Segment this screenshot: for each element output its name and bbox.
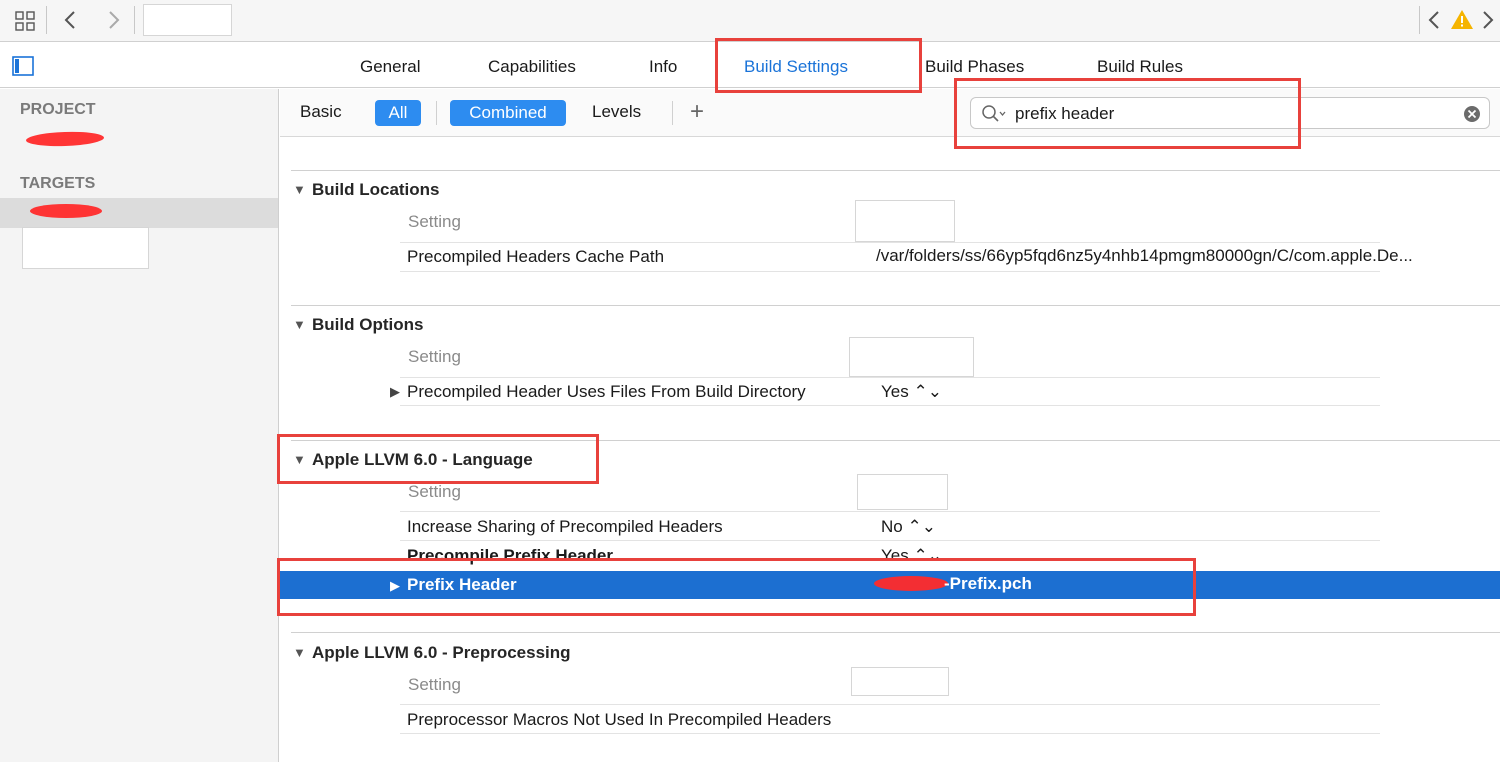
row-divider [400,271,1380,272]
setting-row-value[interactable]: No ⌃⌄ [881,517,936,537]
setting-row-name[interactable]: Prefix Header [407,575,517,595]
row-divider [400,377,1380,378]
filter-divider [436,101,437,125]
tab-build-settings[interactable]: Build Settings [744,57,848,77]
search-field[interactable]: prefix header [970,97,1490,129]
setting-column-header: Setting [408,347,461,366]
search-icon [981,104,1007,124]
targets-header: TARGETS [20,175,96,192]
section-title-llvm-language[interactable]: Apple LLVM 6.0 - Language [312,450,533,470]
filter-basic[interactable]: Basic [300,102,342,122]
setting-column-header: Setting [408,675,461,694]
level-column-header [855,200,955,242]
redacted-target-name[interactable] [30,204,102,218]
setting-row-name[interactable]: Precompile Prefix Header [407,546,613,566]
toolbar-divider [46,6,47,34]
section-divider [291,440,1500,441]
filter-combined[interactable]: Combined [450,100,566,126]
window-toolbar [0,0,1500,42]
chevron-right-icon[interactable] [1478,8,1498,32]
disclosure-triangle-icon[interactable]: ▼ [293,452,306,467]
settings-filter-bar: Basic All Combined Levels + prefix heade… [280,89,1500,137]
setting-column-header: Setting [408,212,461,231]
row-divider [400,540,1380,541]
setting-row-value[interactable]: -Prefix.pch [944,574,1032,594]
setting-row-name[interactable]: Precompiled Header Uses Files From Build… [407,382,806,402]
disclosure-triangle-icon[interactable]: ▼ [293,317,306,332]
level-column-header [849,337,974,377]
section-title-build-locations[interactable]: Build Locations [312,180,440,200]
clear-icon[interactable] [1463,105,1481,123]
disclosure-triangle-icon[interactable]: ▶ [390,384,400,400]
project-sidebar: PROJECT TARGETS [0,89,279,762]
setting-row-name[interactable]: Precompiled Headers Cache Path [407,247,664,267]
chevron-right-icon[interactable] [104,8,124,32]
jump-bar-field[interactable] [143,4,232,36]
disclosure-triangle-icon[interactable]: ▼ [293,645,306,660]
row-divider [400,733,1380,734]
level-column-header [851,667,949,696]
sidebar-toggle-icon[interactable] [12,56,34,76]
setting-column-header: Setting [408,482,461,501]
warning-icon[interactable] [1450,8,1474,32]
chevron-left-icon[interactable] [1424,8,1444,32]
project-header: PROJECT [20,101,96,118]
filter-levels[interactable]: Levels [592,102,641,122]
setting-row-value[interactable]: /var/folders/ss/66yp5fqd6nz5y4nhb14pmgm8… [876,246,1413,266]
section-divider [291,632,1500,633]
filter-all[interactable]: All [375,100,421,126]
row-divider [400,704,1380,705]
disclosure-triangle-icon[interactable]: ▼ [293,182,306,197]
add-setting-button[interactable]: + [690,98,704,126]
section-divider [291,170,1500,171]
filter-divider [672,101,673,125]
tab-build-phases[interactable]: Build Phases [925,57,1024,77]
chevron-left-icon[interactable] [60,8,80,32]
row-divider [400,242,1380,243]
disclosure-triangle-icon[interactable]: ▶ [390,578,400,594]
section-title-build-options[interactable]: Build Options [312,315,423,335]
tab-capabilities[interactable]: Capabilities [488,57,576,77]
tab-build-rules[interactable]: Build Rules [1097,57,1183,77]
setting-row-name[interactable]: Preprocessor Macros Not Used In Precompi… [407,710,831,730]
setting-row-value[interactable]: Yes ⌃⌄ [881,382,942,402]
section-title-llvm-preprocessing[interactable]: Apple LLVM 6.0 - Preprocessing [312,643,571,663]
level-column-header [857,474,948,510]
grid-icon[interactable] [14,10,36,32]
editor-tab-bar: General Capabilities Info Build Settings… [0,43,1500,88]
section-divider [291,305,1500,306]
redacted-prefix-value [874,576,948,591]
setting-row-value[interactable]: Yes ⌃⌄ [881,546,942,566]
tab-general[interactable]: General [360,57,420,77]
row-divider [400,511,1380,512]
redacted-project-name[interactable] [25,130,105,148]
row-divider [400,405,1380,406]
search-input[interactable]: prefix header [1015,104,1114,124]
toolbar-divider [134,6,135,34]
setting-row-name[interactable]: Increase Sharing of Precompiled Headers [407,517,723,537]
toolbar-divider [1419,6,1420,34]
sidebar-blank-field[interactable] [22,227,149,269]
tab-info[interactable]: Info [649,57,677,77]
